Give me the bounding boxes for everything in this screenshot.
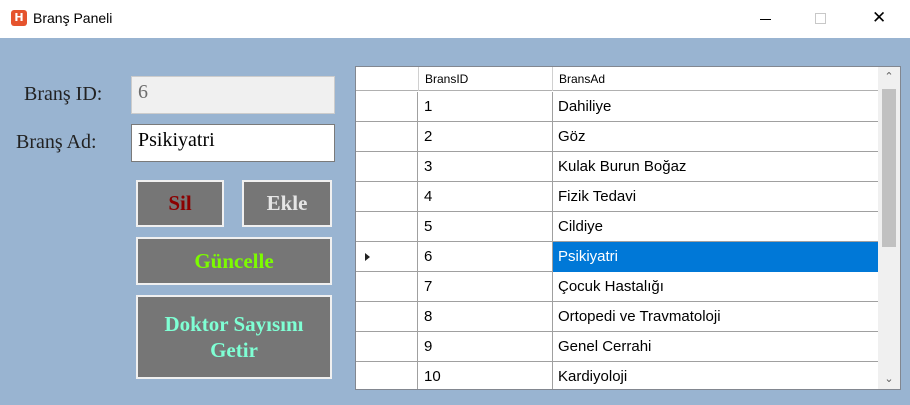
doktor-button-line1: Doktor Sayısını <box>164 311 304 336</box>
cell-bransad[interactable]: Göz <box>553 122 878 152</box>
cell-bransad[interactable]: Çocuk Hastalığı <box>553 272 878 302</box>
column-header-bransid[interactable]: BransID <box>419 67 553 91</box>
cell-bransid[interactable]: 1 <box>419 92 553 122</box>
cell-bransid[interactable]: 5 <box>419 212 553 242</box>
cell-bransid[interactable]: 3 <box>419 152 553 182</box>
table-row[interactable]: 7 Çocuk Hastalığı <box>356 272 878 302</box>
cell-bransad[interactable]: Cildiye <box>553 212 878 242</box>
cell-bransid[interactable]: 8 <box>419 302 553 332</box>
row-header[interactable] <box>356 152 418 182</box>
current-row-arrow-icon <box>365 253 370 261</box>
window-title: Branş Paneli <box>33 10 113 26</box>
cell-bransad[interactable]: Psikiyatri <box>553 242 878 272</box>
cell-bransid[interactable]: 7 <box>419 272 553 302</box>
table-row[interactable]: 6 Psikiyatri <box>356 242 878 272</box>
cell-bransad[interactable]: Kulak Burun Boğaz <box>553 152 878 182</box>
row-header[interactable] <box>356 92 418 122</box>
brans-ad-label: Branş Ad: <box>16 131 97 153</box>
brans-id-label: Branş ID: <box>24 83 103 105</box>
row-header[interactable] <box>356 182 418 212</box>
vertical-scrollbar[interactable]: ⌃ ⌄ <box>878 67 900 389</box>
table-row[interactable]: 1 Dahiliye <box>356 92 878 122</box>
scroll-thumb[interactable] <box>882 89 896 247</box>
cell-bransad[interactable]: Ortopedi ve Travmatoloji <box>553 302 878 332</box>
cell-bransid[interactable]: 9 <box>419 332 553 362</box>
row-header[interactable] <box>356 272 418 302</box>
row-header[interactable] <box>356 212 418 242</box>
grid-header: BransID BransAd <box>356 67 878 91</box>
table-row[interactable]: 10 Kardiyoloji <box>356 362 878 389</box>
cell-bransad[interactable]: Dahiliye <box>553 92 878 122</box>
table-row[interactable]: 9 Genel Cerrahi <box>356 332 878 362</box>
table-row[interactable]: 4 Fizik Tedavi <box>356 182 878 212</box>
table-row[interactable]: 2 Göz <box>356 122 878 152</box>
sil-button[interactable]: Sil <box>136 180 224 227</box>
maximize-icon <box>815 13 826 24</box>
maximize-button[interactable] <box>798 0 844 38</box>
row-header[interactable] <box>356 332 418 362</box>
header-corner <box>356 67 419 91</box>
close-icon: ✕ <box>872 8 887 28</box>
row-header[interactable] <box>356 242 418 272</box>
doktor-sayisini-getir-button[interactable]: Doktor Sayısını Getir <box>136 295 332 379</box>
minimize-icon <box>760 19 771 20</box>
brans-id-field[interactable]: 6 <box>131 76 335 114</box>
scroll-down-icon[interactable]: ⌄ <box>878 369 900 389</box>
cell-bransid[interactable]: 10 <box>419 362 553 389</box>
doktor-button-line2: Getir <box>210 338 258 362</box>
brans-ad-field[interactable]: Psikiyatri <box>131 124 335 162</box>
close-button[interactable]: ✕ <box>856 0 902 38</box>
cell-bransad[interactable]: Fizik Tedavi <box>553 182 878 212</box>
table-row[interactable]: 5 Cildiye <box>356 212 878 242</box>
ekle-button[interactable]: Ekle <box>242 180 332 227</box>
row-header[interactable] <box>356 362 418 389</box>
scroll-up-icon[interactable]: ⌃ <box>878 67 900 87</box>
brans-grid[interactable]: BransID BransAd 1 Dahiliye 2 Göz 3 Kulak Buru… <box>355 66 901 390</box>
minimize-button[interactable] <box>743 0 789 38</box>
cell-bransid[interactable]: 6 <box>419 242 553 272</box>
cell-bransid[interactable]: 4 <box>419 182 553 212</box>
table-row[interactable]: 8 Ortopedi ve Travmatoloji <box>356 302 878 332</box>
grid-rows: 1 Dahiliye 2 Göz 3 Kulak Burun Boğaz 4 Fizik Te… <box>356 92 878 389</box>
row-header[interactable] <box>356 122 418 152</box>
cell-bransad[interactable]: Kardiyoloji <box>553 362 878 389</box>
row-header[interactable] <box>356 302 418 332</box>
cell-bransid[interactable]: 2 <box>419 122 553 152</box>
cell-bransad[interactable]: Genel Cerrahi <box>553 332 878 362</box>
app-icon: H <box>11 10 27 26</box>
guncelle-button[interactable]: Güncelle <box>136 237 332 285</box>
column-header-bransad[interactable]: BransAd <box>553 67 878 91</box>
table-row[interactable]: 3 Kulak Burun Boğaz <box>356 152 878 182</box>
title-bar: H Branş Paneli ✕ <box>0 0 910 38</box>
